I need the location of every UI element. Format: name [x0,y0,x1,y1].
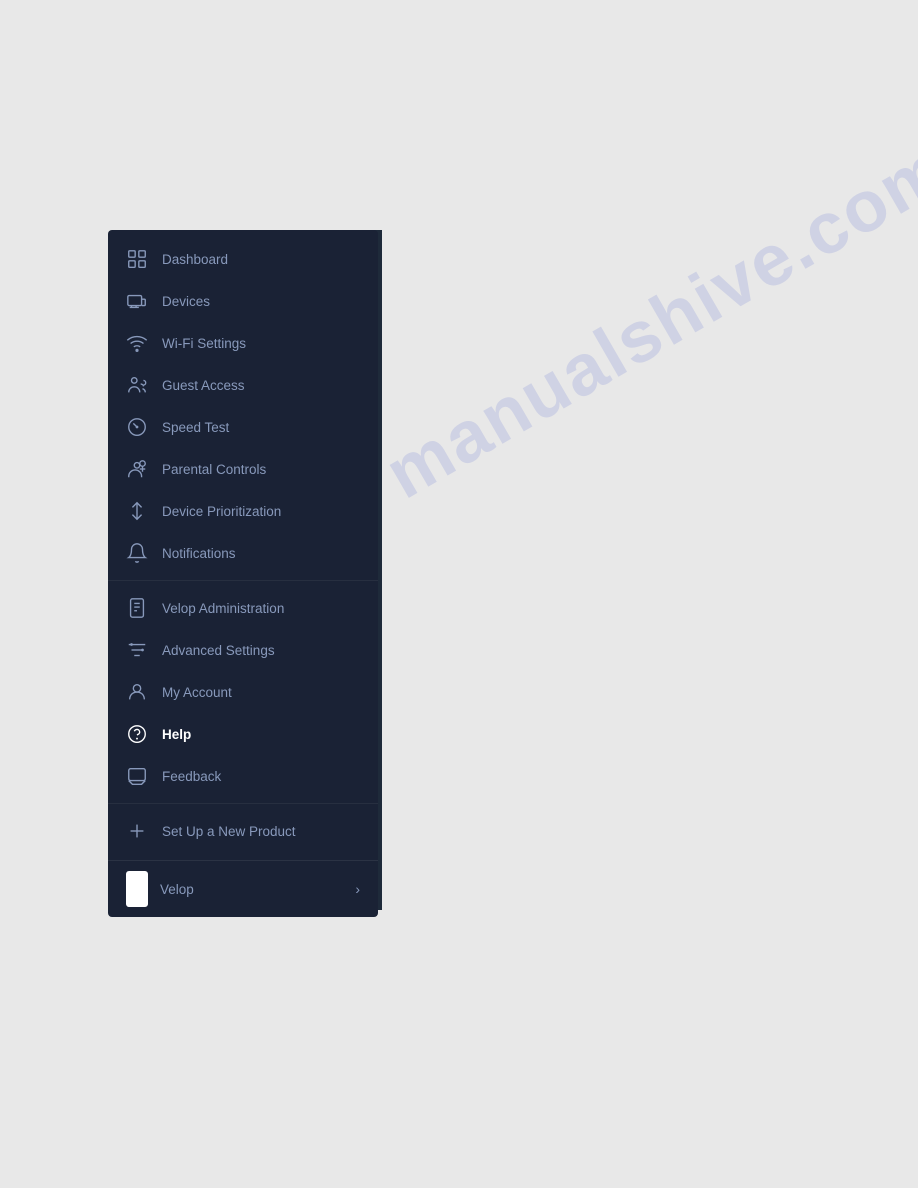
feedback-icon [126,765,148,787]
sidebar-item-setup[interactable]: Set Up a New Product [108,810,378,852]
dashboard-icon [126,248,148,270]
account-icon [126,681,148,703]
sidebar-item-advanced-settings[interactable]: Advanced Settings [108,629,378,671]
sidebar-item-label: Device Prioritization [162,504,281,519]
sidebar-item-devices[interactable]: Devices [108,280,378,322]
devices-icon [126,290,148,312]
watermark: manualshive.com [372,127,918,515]
sidebar-item-wifi-settings[interactable]: Wi-Fi Settings [108,322,378,364]
guest-icon [126,374,148,396]
help-icon [126,723,148,745]
sidebar-item-label: Devices [162,294,210,309]
sidebar-item-my-account[interactable]: My Account [108,671,378,713]
nav-divider-1 [108,580,378,581]
sidebar-item-label: Notifications [162,546,236,561]
add-icon [126,820,148,842]
sidebar-item-feedback[interactable]: Feedback [108,755,378,797]
sidebar-footer[interactable]: Velop › [108,860,378,917]
sidebar-item-label: My Account [162,685,232,700]
chevron-right-icon: › [355,881,360,897]
notifications-icon [126,542,148,564]
nav-list: Dashboard Devices [108,230,378,860]
speedtest-icon [126,416,148,438]
admin-icon [126,597,148,619]
sidebar-item-label: Speed Test [162,420,229,435]
sidebar-item-speed-test[interactable]: Speed Test [108,406,378,448]
sidebar-panel: Dashboard Devices [108,230,378,917]
sidebar-item-label: Feedback [162,769,221,784]
sidebar-item-help[interactable]: Help [108,713,378,755]
parental-icon [126,458,148,480]
priority-icon [126,500,148,522]
sidebar-item-device-prioritization[interactable]: Device Prioritization [108,490,378,532]
sidebar-item-label: Dashboard [162,252,228,267]
sidebar-item-dashboard[interactable]: Dashboard [108,238,378,280]
sidebar-item-label: Parental Controls [162,462,266,477]
sidebar-item-notifications[interactable]: Notifications [108,532,378,574]
sidebar-item-label: Set Up a New Product [162,824,296,839]
sidebar-item-label: Velop Administration [162,601,284,616]
device-thumbnail [126,871,148,907]
wifi-icon [126,332,148,354]
page-wrapper: manualshive.com × Conne... Offline [0,0,918,1188]
sidebar-item-label: Wi-Fi Settings [162,336,246,351]
sidebar-item-velop-administration[interactable]: Velop Administration [108,587,378,629]
sidebar-item-label: Help [162,727,191,742]
nav-divider-2 [108,803,378,804]
sidebar-item-guest-access[interactable]: Guest Access [108,364,378,406]
sidebar-item-label: Advanced Settings [162,643,275,658]
settings-icon [126,639,148,661]
footer-device-name: Velop [160,882,194,897]
sidebar-item-parental-controls[interactable]: Parental Controls [108,448,378,490]
sidebar-item-label: Guest Access [162,378,245,393]
